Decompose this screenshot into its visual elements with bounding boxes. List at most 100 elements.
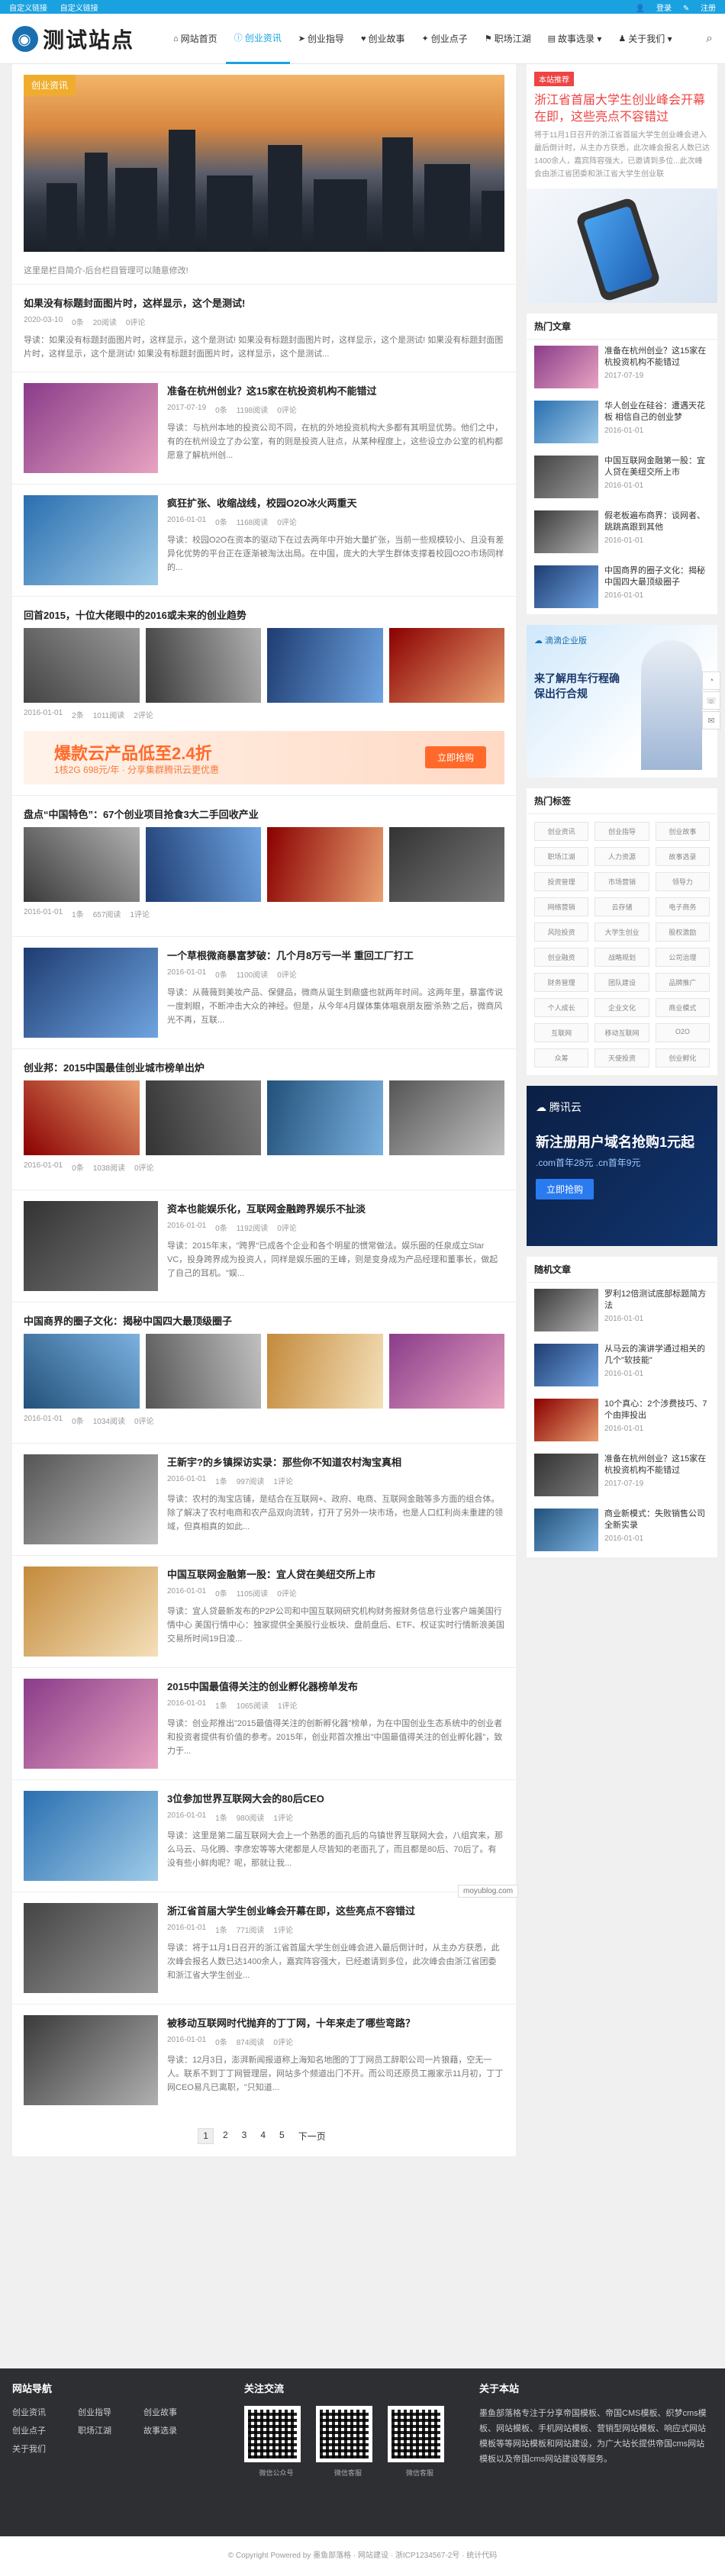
post-grid-image[interactable] [145, 827, 261, 902]
cloud-banner-ad[interactable]: 爆款云产品低至2.4折 1核2G 698元/年 · 分享集群腾讯云更优惠 立即抢购 [24, 731, 504, 784]
tag-chip[interactable]: 故事选录 [655, 847, 710, 866]
post-grid-image[interactable] [24, 628, 140, 703]
car-ad[interactable]: ☁ 滴滴企业版 来了解用车行程确保出行合规 [527, 625, 717, 778]
post-title[interactable]: 如果没有标题封面图片时，这样显示，这个是测试! [24, 295, 504, 310]
post-thumbnail[interactable] [24, 948, 158, 1038]
tag-chip[interactable]: 大学生创业 [594, 923, 649, 942]
nav-item-4[interactable]: ✦ 创业点子 [413, 14, 475, 64]
site-logo[interactable]: ◉ 测试站点 [12, 24, 134, 54]
footer-link[interactable]: 创业点子 [12, 2424, 78, 2436]
post-grid-image[interactable] [145, 628, 261, 703]
login-link[interactable]: 👤 登录 [636, 5, 672, 13]
post-title[interactable]: 王新宇?的乡镇探访实录：那些你不知道农村淘宝真相 [167, 1454, 504, 1469]
banner-button[interactable]: 立即抢购 [424, 746, 486, 768]
side-article[interactable]: 从马云的演讲学通过相关的几个"软技能" 2016-01-01 [527, 1338, 717, 1393]
post-title[interactable]: 中国互联网金融第一股：宜人贷在美纽交所上市 [167, 1567, 504, 1581]
post-title[interactable]: 一个草根微商暴富梦破：几个月8万亏一半 重回工厂打工 [167, 948, 504, 962]
post-grid-image[interactable] [388, 628, 504, 703]
post-thumbnail[interactable] [24, 1903, 158, 1993]
wechat-icon[interactable]: ✉ [702, 711, 720, 729]
footer-link[interactable]: 创业资讯 [12, 2406, 78, 2418]
post-thumbnail[interactable] [24, 2015, 158, 2105]
post-title[interactable]: 创业邦：2015中国最佳创业城市榜单出炉 [24, 1060, 504, 1074]
tag-chip[interactable]: 人力资源 [594, 847, 649, 866]
tag-chip[interactable]: 品牌推广 [655, 973, 710, 992]
tag-chip[interactable]: 股权激励 [655, 923, 710, 942]
nav-item-7[interactable]: ♟ 关于我们 ▾ [610, 14, 680, 64]
side-article[interactable]: 中国互联网金融第一股：宜人贷在美纽交所上市 2016-01-01 [527, 449, 717, 504]
tag-chip[interactable]: 个人成长 [534, 998, 589, 1017]
side-article[interactable]: 华人创业在硅谷：遭遇天花板 相信自己的创业梦 2016-01-01 [527, 394, 717, 449]
custom-link-1[interactable]: 自定义链接 [9, 5, 47, 13]
footer-link[interactable]: 职场江湖 [78, 2424, 143, 2436]
post-thumbnail[interactable] [24, 1791, 158, 1881]
post-thumbnail[interactable] [24, 383, 158, 473]
tag-chip[interactable]: 商业模式 [655, 998, 710, 1017]
post-grid-image[interactable] [388, 1080, 504, 1155]
footer-link[interactable]: 关于我们 [12, 2442, 78, 2455]
post-title[interactable]: 盘点“中国特色”：67个创业项目抢食3大二手回收产业 [24, 807, 504, 821]
side-article[interactable]: 罗利12倍测试底部标题简方法 2016-01-01 [527, 1283, 717, 1338]
tencent-cloud-ad[interactable]: ☁ 腾讯云 新注册用户域名抢购1元起 .com首年28元 .cn首年9元 立即抢… [527, 1086, 717, 1246]
tag-chip[interactable]: 战略规划 [594, 948, 649, 967]
phone-icon[interactable]: ☏ [702, 691, 720, 710]
post-grid-image[interactable] [388, 827, 504, 902]
page-link[interactable]: 3 [237, 2128, 252, 2144]
page-link[interactable]: 5 [275, 2128, 289, 2144]
post-grid-image[interactable] [145, 1080, 261, 1155]
search-icon[interactable]: ⌕ [706, 32, 713, 46]
nav-item-3[interactable]: ♥ 创业故事 [353, 14, 414, 64]
tag-chip[interactable]: O2O [655, 1023, 710, 1042]
tag-chip[interactable]: 公司治理 [655, 948, 710, 967]
tag-chip[interactable]: 移动互联网 [594, 1023, 649, 1042]
side-article[interactable]: 假老板遍布商界：谈网者、跳跳高跟到其他 2016-01-01 [527, 504, 717, 559]
register-link[interactable]: ✎ 注册 [683, 5, 716, 13]
tag-chip[interactable]: 财务管理 [534, 973, 589, 992]
post-grid-image[interactable] [24, 1080, 140, 1155]
side-article[interactable]: 商业新模式：失败销售公司全新实录 2016-01-01 [527, 1502, 717, 1557]
post-title[interactable]: 中国商界的圈子文化：揭秘中国四大最顶级圈子 [24, 1313, 504, 1328]
tag-chip[interactable]: 投资管理 [534, 872, 589, 891]
post-grid-image[interactable] [388, 1334, 504, 1409]
custom-link-2[interactable]: 自定义链接 [60, 5, 98, 13]
post-grid-image[interactable] [267, 827, 383, 902]
post-grid-image[interactable] [267, 628, 383, 703]
nav-item-2[interactable]: ➤ 创业指导 [290, 14, 353, 64]
nav-item-5[interactable]: ⚑ 职场江湖 [476, 14, 540, 64]
post-thumbnail[interactable] [24, 1201, 158, 1291]
nav-item-1[interactable]: ⓘ 创业资讯 [225, 14, 290, 64]
tag-chip[interactable]: 创业指导 [594, 822, 649, 841]
tag-chip[interactable]: 众筹 [534, 1048, 589, 1067]
tag-chip[interactable]: 风险投资 [534, 923, 589, 942]
post-title[interactable]: 准备在杭州创业？这15家在杭投资机构不能错过 [167, 383, 504, 398]
post-title[interactable]: 3位参加世界互联网大会的80后CEO [167, 1791, 504, 1805]
post-grid-image[interactable] [24, 827, 140, 902]
post-title[interactable]: 浙江省首届大学生创业峰会开幕在即，这些亮点不容错过 [167, 1903, 504, 1918]
post-thumbnail[interactable] [24, 1679, 158, 1769]
post-thumbnail[interactable] [24, 495, 158, 585]
post-title[interactable]: 2015中国最值得关注的创业孵化器榜单发布 [167, 1679, 504, 1693]
tag-chip[interactable]: 企业文化 [594, 998, 649, 1017]
page-link[interactable]: 4 [256, 2128, 270, 2144]
tag-chip[interactable]: 互联网 [534, 1023, 589, 1042]
post-title[interactable]: 资本也能娱乐化，互联网金融跨界娱乐不扯淡 [167, 1201, 504, 1216]
post-thumbnail[interactable] [24, 1567, 158, 1657]
side-article[interactable]: 准备在杭州创业？这15家在杭投资机构不能错过 2017-07-19 [527, 340, 717, 394]
tag-chip[interactable]: 创业故事 [655, 822, 710, 841]
post-grid-image[interactable] [267, 1334, 383, 1409]
tag-chip[interactable]: 创业资讯 [534, 822, 589, 841]
side-article[interactable]: 中国商界的圈子文化：揭秘中国四大最顶级圈子 2016-01-01 [527, 559, 717, 614]
category-tag[interactable]: 创业资讯 [24, 75, 76, 95]
post-title[interactable]: 疯狂扩张、收缩战线，校园O2O冰火两重天 [167, 495, 504, 510]
tag-chip[interactable]: 团队建设 [594, 973, 649, 992]
tag-chip[interactable]: 云存储 [594, 897, 649, 916]
footer-link[interactable]: 创业故事 [143, 2406, 209, 2418]
post-grid-image[interactable] [267, 1080, 383, 1155]
tag-chip[interactable]: 天使投资 [594, 1048, 649, 1067]
tag-chip[interactable]: 领导力 [655, 872, 710, 891]
tag-chip[interactable]: 创业融资 [534, 948, 589, 967]
footer-link[interactable]: 创业指导 [78, 2406, 143, 2418]
page-link[interactable]: 2 [218, 2128, 233, 2144]
post-grid-image[interactable] [24, 1334, 140, 1409]
cloud-ad-button[interactable]: 立即抢购 [536, 1179, 594, 1199]
